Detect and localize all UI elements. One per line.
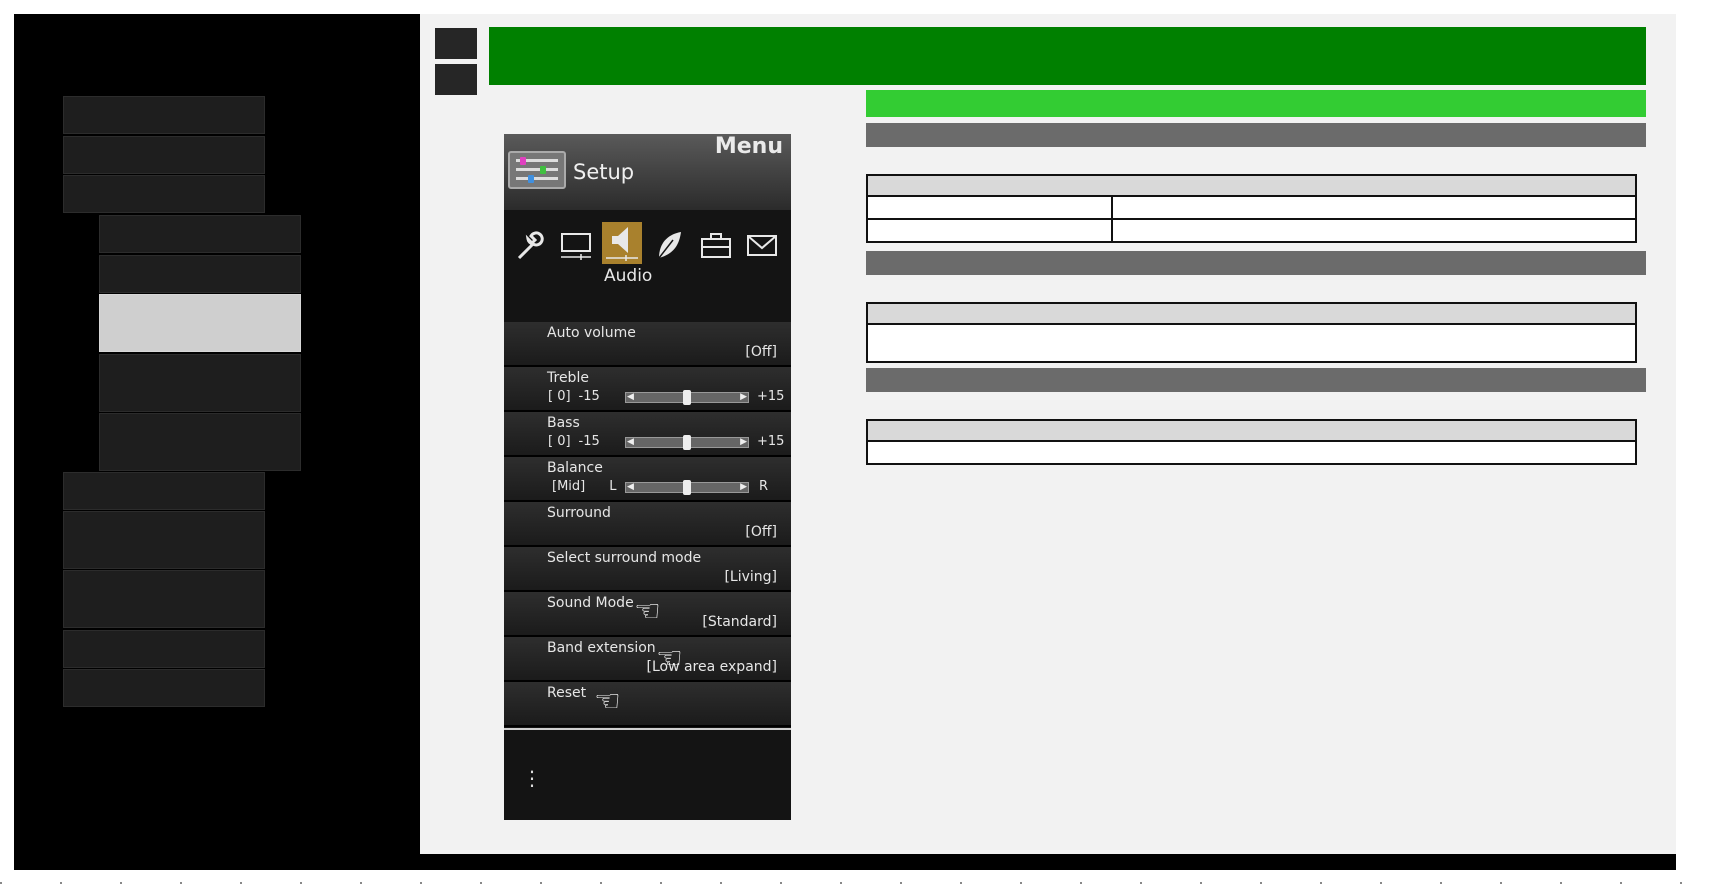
nav-item-6[interactable]: [63, 570, 265, 628]
nav-subitem-4[interactable]: [99, 354, 301, 412]
menu-row-band-extension[interactable]: Band extension [Low area expand] ☜: [504, 637, 791, 682]
table-row: [868, 325, 1635, 361]
slider-max-label: R: [759, 479, 769, 494]
bottom-divider: [0, 882, 1719, 884]
menu-row-value: [Off]: [745, 344, 777, 360]
menu-row-value: [Living]: [724, 569, 777, 585]
more-options-icon[interactable]: ⋮: [522, 768, 542, 788]
nav-item-3[interactable]: [63, 175, 265, 213]
tv-tab-row: [504, 222, 791, 272]
nav-item-5[interactable]: [63, 511, 265, 569]
menu-row-label: Auto volume: [547, 325, 636, 341]
page-title-bar: [489, 27, 1646, 85]
wrench-icon[interactable]: [512, 228, 548, 270]
pointing-hand-icon: ☜: [594, 684, 621, 719]
table-header: [868, 176, 1635, 197]
menu-row-label: Treble: [547, 370, 589, 386]
slider-value: [Mid] L: [552, 479, 617, 494]
menu-row-label: Reset: [547, 685, 587, 701]
active-tab-label: Audio: [604, 266, 653, 286]
leaf-icon[interactable]: [650, 228, 686, 270]
menu-row-auto-volume[interactable]: Auto volume [Off]: [504, 322, 791, 367]
menu-row-label: Surround: [547, 505, 611, 521]
pointing-hand-icon: ☜: [634, 594, 661, 629]
table-row: [868, 220, 1635, 241]
pointing-hand-icon: ☜: [656, 641, 683, 676]
info-table-2: [866, 302, 1637, 363]
slider-value: [ 0] -15: [548, 389, 600, 404]
table-row: [868, 442, 1635, 463]
table-header: [868, 421, 1635, 442]
nav-subitem-selected[interactable]: [99, 294, 301, 352]
menu-row-label: Band extension: [547, 640, 656, 656]
tv-menu-header: Menu Setup: [504, 134, 791, 210]
menu-row-reset[interactable]: Reset ☜: [504, 682, 791, 727]
section-bar-3: [866, 368, 1646, 392]
balance-slider[interactable]: ◀ ▶: [625, 480, 749, 495]
slider-knob[interactable]: [683, 480, 691, 495]
menu-row-surround[interactable]: Surround [Off]: [504, 502, 791, 547]
nav-subitem-5[interactable]: [99, 413, 301, 471]
nav-item-4[interactable]: [63, 472, 265, 510]
menu-row-balance[interactable]: Balance [Mid] L ◀ ▶ R: [504, 457, 791, 502]
menu-row-bass[interactable]: Bass [ 0] -15 ◀ ▶ +15: [504, 412, 791, 457]
tv-menu-divider: [504, 728, 791, 730]
slider-max-label: +15: [757, 389, 785, 404]
menu-row-value: [Standard]: [702, 614, 777, 630]
nav-button-top[interactable]: [435, 28, 477, 59]
nav-item-7[interactable]: [63, 630, 265, 668]
slider-knob[interactable]: [683, 435, 691, 450]
tv-menu-screenshot: Menu Setup Audio Auto volume [Off] Trebl…: [504, 134, 791, 820]
picture-icon[interactable]: [558, 228, 594, 270]
bass-slider[interactable]: ◀ ▶: [625, 435, 749, 450]
menu-row-label: Bass: [547, 415, 580, 431]
slider-value: [ 0] -15: [548, 434, 600, 449]
subtitle-bar: [866, 90, 1646, 117]
table-row: [868, 197, 1635, 220]
menu-row-surround-mode[interactable]: Select surround mode [Living]: [504, 547, 791, 592]
menu-row-value: [Off]: [745, 524, 777, 540]
mail-icon[interactable]: [744, 228, 780, 270]
menu-row-treble[interactable]: Treble [ 0] -15 ◀ ▶ +15: [504, 367, 791, 412]
speaker-icon[interactable]: [602, 222, 642, 264]
treble-slider[interactable]: ◀ ▶: [625, 390, 749, 405]
section-bar-1: [866, 123, 1646, 147]
menu-row-label: Sound Mode: [547, 595, 634, 611]
nav-subitem-2[interactable]: [99, 255, 301, 293]
toolbox-icon[interactable]: [698, 228, 734, 270]
nav-item-8[interactable]: [63, 669, 265, 707]
menu-row-label: Select surround mode: [547, 550, 702, 566]
info-table-3: [866, 419, 1637, 465]
tv-section-title: Setup: [573, 160, 635, 184]
table-header: [868, 304, 1635, 325]
nav-item-2[interactable]: [63, 136, 265, 174]
tv-menu-title: Menu: [714, 134, 783, 159]
tv-menu-list: Auto volume [Off] Treble [ 0] -15 ◀ ▶ +15 …: [504, 322, 791, 727]
info-table-1: [866, 174, 1637, 243]
setup-icon: [508, 151, 566, 189]
nav-item-1[interactable]: [63, 96, 265, 134]
section-bar-2: [866, 251, 1646, 275]
nav-subitem-1[interactable]: [99, 215, 301, 253]
menu-row-label: Balance: [547, 460, 603, 476]
menu-row-sound-mode[interactable]: Sound Mode [Standard] ☜: [504, 592, 791, 637]
slider-max-label: +15: [757, 434, 785, 449]
nav-button-bottom[interactable]: [435, 64, 477, 95]
slider-knob[interactable]: [683, 390, 691, 405]
